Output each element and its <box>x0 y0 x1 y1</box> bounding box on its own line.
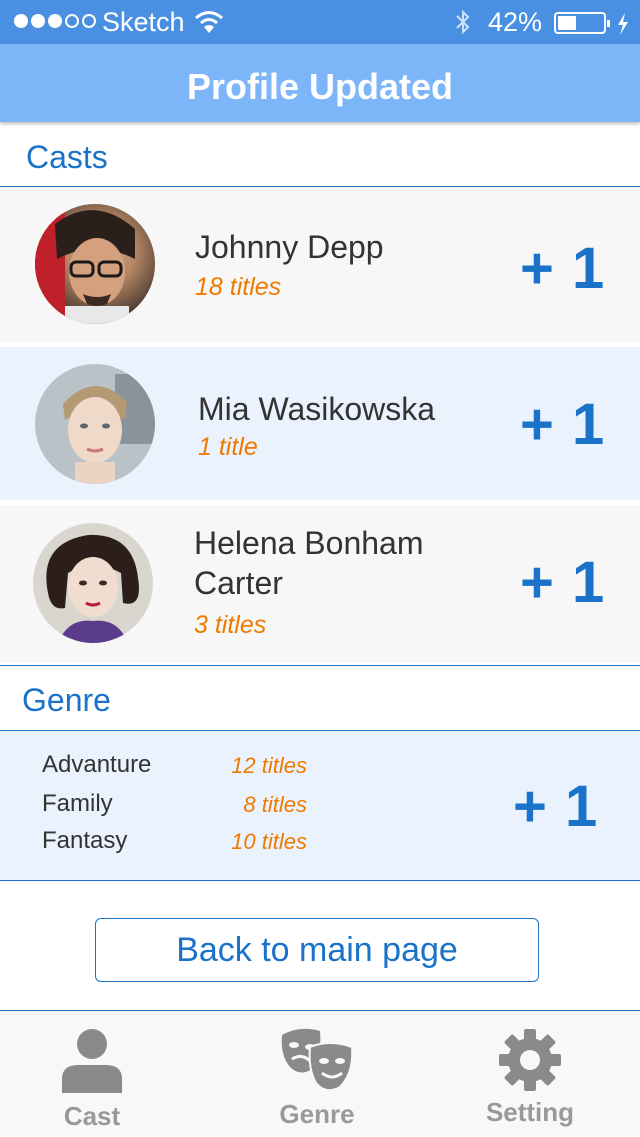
status-bar: Sketch 42% <box>0 0 640 44</box>
genre-title-count: 10 titles <box>231 829 307 854</box>
count-increment: + 1 <box>513 774 599 839</box>
signal-strength-indicator <box>14 14 96 28</box>
cast-name: Johnny Depp <box>195 229 384 265</box>
tab-bar: Cast Genre Setting <box>0 1010 640 1136</box>
genre-summary-row[interactable]: Advanture 12 titles Family 8 titles Fant… <box>0 731 640 881</box>
tab-genre[interactable]: Genre <box>257 1011 377 1137</box>
genre-title-count: 12 titles <box>231 753 307 778</box>
person-icon <box>32 1027 152 1093</box>
page-title: Profile Updated <box>0 44 640 122</box>
bluetooth-icon <box>454 9 472 42</box>
count-increment: + 1 <box>520 392 606 457</box>
count-increment: + 1 <box>520 550 606 615</box>
tab-setting[interactable]: Setting <box>470 1011 590 1137</box>
carrier-name: Sketch <box>102 7 185 37</box>
genre-name: Advanture <box>42 751 152 778</box>
back-to-main-button[interactable]: Back to main page <box>95 918 539 982</box>
battery-icon <box>554 12 610 34</box>
cast-title-count: 3 titles <box>194 611 267 639</box>
cast-name-line-1: Helena Bonham <box>194 525 424 561</box>
cast-title-count: 1 title <box>198 433 258 461</box>
tab-label: Cast <box>63 1101 121 1131</box>
avatar <box>35 364 155 484</box>
charging-bolt-icon <box>617 11 629 42</box>
cast-row[interactable]: Johnny Depp 18 titles + 1 <box>0 187 640 342</box>
genre-title-count: 8 titles <box>243 792 307 817</box>
signal-dot <box>65 14 79 28</box>
cast-row[interactable]: Helena Bonham Carter 3 titles + 1 <box>0 505 640 663</box>
battery-level-fill <box>558 16 576 30</box>
tab-label: Setting <box>485 1097 575 1127</box>
cast-name-line-2: Carter <box>194 565 283 601</box>
avatar <box>35 204 155 324</box>
battery-percentage: 42% <box>488 7 543 37</box>
wifi-icon <box>194 10 224 41</box>
gear-icon <box>470 1029 590 1091</box>
avatar <box>33 523 153 643</box>
cast-name: Mia Wasikowska <box>198 391 436 427</box>
tab-cast[interactable]: Cast <box>32 1011 152 1137</box>
tab-label: Genre <box>279 1099 355 1129</box>
theater-masks-icon <box>257 1025 377 1095</box>
genre-name: Family <box>42 790 113 817</box>
genre-section-title: Genre <box>0 665 640 731</box>
signal-dot <box>82 14 96 28</box>
casts-section-title: Casts <box>0 122 640 187</box>
signal-dot <box>14 14 28 28</box>
cast-title-count: 18 titles <box>195 273 282 301</box>
count-increment: + 1 <box>520 236 606 301</box>
cast-row[interactable]: Mia Wasikowska 1 title + 1 <box>0 347 640 500</box>
signal-dot <box>48 14 62 28</box>
signal-dot <box>31 14 45 28</box>
genre-name: Fantasy <box>42 827 128 854</box>
